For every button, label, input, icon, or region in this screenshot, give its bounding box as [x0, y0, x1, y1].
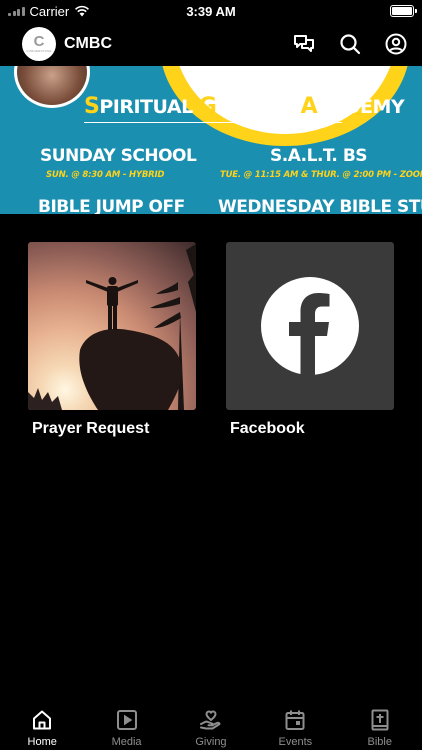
logo-text: CORNERSTONE — [26, 49, 52, 53]
calendar-icon — [285, 710, 305, 730]
tab-media[interactable]: Media — [85, 708, 169, 748]
tile-facebook[interactable]: Facebook — [226, 242, 394, 438]
home-icon — [33, 710, 52, 730]
prayer-photo — [28, 242, 196, 410]
banner-divider — [84, 122, 342, 123]
facebook-tile-image — [226, 242, 394, 410]
promo-banner[interactable]: SPIRITUAL GROWTH ACADEMY SUNDAY SCHOOL S… — [0, 66, 422, 214]
tile-label: Prayer Request — [32, 420, 150, 437]
banner-wednesday: WEDNESDAY BIBLE STUDY — [218, 197, 422, 214]
banner-bible-jump: BIBLE JUMP OFF — [38, 197, 185, 214]
giving-icon — [199, 710, 221, 730]
tab-label: Media — [111, 736, 142, 748]
tab-label: Giving — [195, 736, 227, 748]
logo-letter: C — [33, 33, 45, 50]
bottom-tab-bar: Home Media Giving Events Bible — [0, 700, 422, 750]
wifi-icon — [75, 5, 90, 17]
app-title: CMBC — [64, 35, 112, 52]
tile-prayer-request[interactable]: Prayer Request — [28, 242, 196, 438]
tab-giving[interactable]: Giving — [169, 708, 253, 748]
chat-icon[interactable] — [292, 32, 316, 56]
app-logo[interactable]: C CORNERSTONE — [22, 27, 56, 61]
banner-salt-time: TUE. @ 11:15 AM & THUR. @ 2:00 PM - ZOOM — [220, 170, 422, 180]
signal-icon — [8, 6, 25, 16]
status-time: 3:39 AM — [186, 3, 236, 19]
app-screen: Carrier 3:39 AM C CORNERSTONE CMBC SPIRI… — [0, 0, 422, 750]
tab-label: Home — [27, 736, 57, 748]
banner-academy-title: SPIRITUAL GROWTH ACADEMY — [84, 94, 405, 119]
banner-salt: S.A.L.T. BS — [270, 146, 368, 166]
tab-events[interactable]: Events — [253, 708, 337, 748]
status-left: Carrier — [8, 4, 138, 19]
media-icon — [116, 710, 137, 730]
banner-sunday-school: SUNDAY SCHOOL — [40, 146, 197, 166]
bible-icon — [371, 709, 389, 731]
tab-label: Events — [278, 736, 313, 748]
tile-label: Facebook — [230, 420, 305, 437]
tab-bible[interactable]: Bible — [338, 708, 422, 748]
banner-photo — [14, 66, 90, 108]
status-bar: Carrier 3:39 AM — [0, 0, 422, 22]
header-icons — [292, 32, 408, 56]
app-header: C CORNERSTONE CMBC — [0, 22, 422, 66]
facebook-icon — [261, 277, 359, 376]
banner-sunday-time: SUN. @ 8:30 AM - HYBRID — [46, 170, 165, 180]
account-icon[interactable] — [384, 32, 408, 56]
carrier-label: Carrier — [29, 3, 70, 19]
search-icon[interactable] — [338, 32, 362, 56]
status-right — [284, 5, 417, 17]
tab-label: Bible — [367, 736, 392, 748]
battery-icon — [390, 5, 417, 17]
tab-home[interactable]: Home — [0, 708, 84, 748]
